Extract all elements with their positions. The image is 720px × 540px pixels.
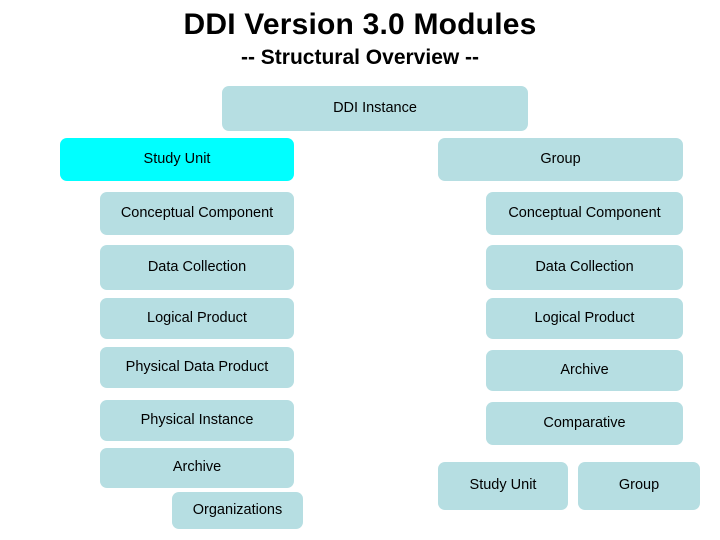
node-label: Study Unit bbox=[469, 477, 537, 494]
node-label: Conceptual Component bbox=[120, 204, 274, 221]
node-left-data-collection[interactable]: Data Collection bbox=[100, 245, 294, 290]
node-label: Organizations bbox=[192, 501, 283, 518]
node-label: Logical Product bbox=[147, 309, 247, 326]
node-right-archive[interactable]: Archive bbox=[486, 350, 683, 391]
node-left-physical-instance[interactable]: Physical Instance bbox=[100, 400, 294, 441]
node-label: DDI Instance bbox=[333, 99, 417, 116]
node-left-conceptual-component[interactable]: Conceptual Component bbox=[100, 192, 294, 235]
node-bottom-group[interactable]: Group bbox=[578, 462, 700, 510]
node-label: Data Collection bbox=[535, 258, 634, 275]
node-left-study-unit[interactable]: Study Unit bbox=[60, 138, 294, 181]
node-label: Archive bbox=[560, 361, 609, 378]
node-label: Group bbox=[618, 477, 660, 494]
node-label: Conceptual Component bbox=[508, 204, 661, 221]
node-label: Data Collection bbox=[147, 258, 247, 275]
node-left-archive[interactable]: Archive bbox=[100, 448, 294, 488]
node-label: Study Unit bbox=[143, 150, 211, 167]
node-label: Archive bbox=[172, 459, 222, 476]
node-label: Physical Data Product bbox=[125, 358, 269, 375]
node-label: Comparative bbox=[543, 414, 626, 431]
node-right-logical-product[interactable]: Logical Product bbox=[486, 298, 683, 339]
node-label: Physical Instance bbox=[140, 411, 254, 428]
node-right-conceptual-component[interactable]: Conceptual Component bbox=[486, 192, 683, 235]
node-right-data-collection[interactable]: Data Collection bbox=[486, 245, 683, 290]
node-label: Group bbox=[540, 150, 581, 167]
page-title: DDI Version 3.0 Modules bbox=[183, 8, 537, 41]
node-bottom-study-unit[interactable]: Study Unit bbox=[438, 462, 568, 510]
page-subtitle: -- Structural Overview -- bbox=[240, 46, 480, 69]
node-left-organizations[interactable]: Organizations bbox=[172, 492, 303, 529]
node-right-group[interactable]: Group bbox=[438, 138, 683, 181]
node-label: Logical Product bbox=[534, 309, 635, 326]
node-left-logical-product[interactable]: Logical Product bbox=[100, 298, 294, 339]
slide-canvas: DDI Version 3.0 Modules -- Structural Ov… bbox=[0, 0, 720, 540]
node-left-physical-data-product[interactable]: Physical Data Product bbox=[100, 347, 294, 388]
node-right-comparative[interactable]: Comparative bbox=[486, 402, 683, 445]
node-root-ddi-instance[interactable]: DDI Instance bbox=[222, 86, 528, 131]
